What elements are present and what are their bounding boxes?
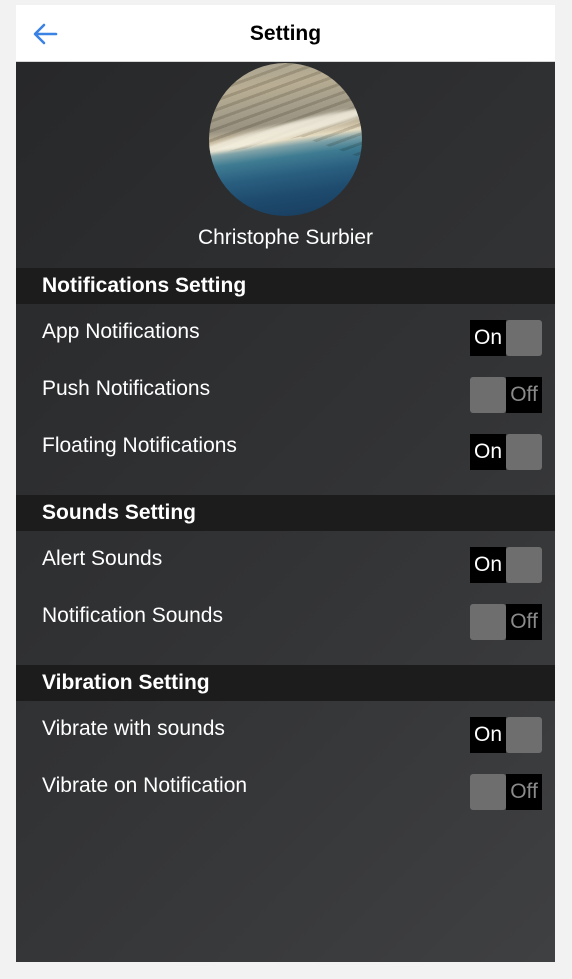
section-header-sounds: Sounds Setting	[16, 495, 555, 531]
setting-label: Vibrate with sounds	[42, 717, 225, 740]
setting-label: Notification Sounds	[42, 604, 223, 627]
toggle-state-label: On	[470, 434, 506, 470]
floating-notifications-toggle[interactable]: On	[470, 434, 542, 470]
setting-row-push-notifications: Push Notifications Off	[16, 367, 555, 424]
app-notifications-toggle[interactable]: On	[470, 320, 542, 356]
toggle-knob	[470, 774, 506, 810]
setting-row-alert-sounds: Alert Sounds On	[16, 537, 555, 594]
profile-name: Christophe Surbier	[197, 226, 374, 249]
profile-section: Christophe Surbier	[16, 62, 555, 268]
toggle-state-label: On	[470, 717, 506, 753]
setting-label: Push Notifications	[42, 377, 211, 400]
section-sounds: Alert Sounds On Notification Sounds Off	[16, 531, 555, 665]
toggle-knob	[506, 434, 542, 470]
setting-row-notification-sounds: Notification Sounds Off	[16, 594, 555, 651]
app-header: Setting	[16, 5, 555, 62]
setting-row-vibrate-on-notification: Vibrate on Notification Off	[16, 764, 555, 821]
vibrate-with-sounds-toggle[interactable]: On	[470, 717, 542, 753]
avatar[interactable]	[209, 63, 362, 216]
section-notifications: App Notifications On Push Notifications …	[16, 304, 555, 495]
setting-row-vibrate-with-sounds: Vibrate with sounds On	[16, 707, 555, 764]
toggle-knob	[506, 547, 542, 583]
setting-label: Vibrate on Notification	[42, 774, 248, 797]
setting-label: Alert Sounds	[42, 547, 163, 570]
toggle-state-label: Off	[506, 604, 542, 640]
toggle-knob	[506, 717, 542, 753]
section-vibration: Vibrate with sounds On Vibrate on Notifi…	[16, 701, 555, 835]
setting-row-floating-notifications: Floating Notifications On	[16, 424, 555, 481]
toggle-state-label: Off	[506, 377, 542, 413]
toggle-state-label: On	[470, 547, 506, 583]
setting-label: App Notifications	[42, 320, 200, 343]
toggle-state-label: On	[470, 320, 506, 356]
setting-row-app-notifications: App Notifications On	[16, 310, 555, 367]
vibrate-on-notification-toggle[interactable]: Off	[470, 774, 542, 810]
toggle-state-label: Off	[506, 774, 542, 810]
section-header-notifications: Notifications Setting	[16, 268, 555, 304]
toggle-knob	[470, 377, 506, 413]
alert-sounds-toggle[interactable]: On	[470, 547, 542, 583]
settings-screen: Setting Christophe Surbier Notifications…	[16, 5, 555, 962]
notification-sounds-toggle[interactable]: Off	[470, 604, 542, 640]
page-title: Setting	[249, 22, 322, 45]
toggle-knob	[470, 604, 506, 640]
setting-label: Floating Notifications	[42, 434, 237, 457]
push-notifications-toggle[interactable]: Off	[470, 377, 542, 413]
section-header-vibration: Vibration Setting	[16, 665, 555, 701]
toggle-knob	[506, 320, 542, 356]
